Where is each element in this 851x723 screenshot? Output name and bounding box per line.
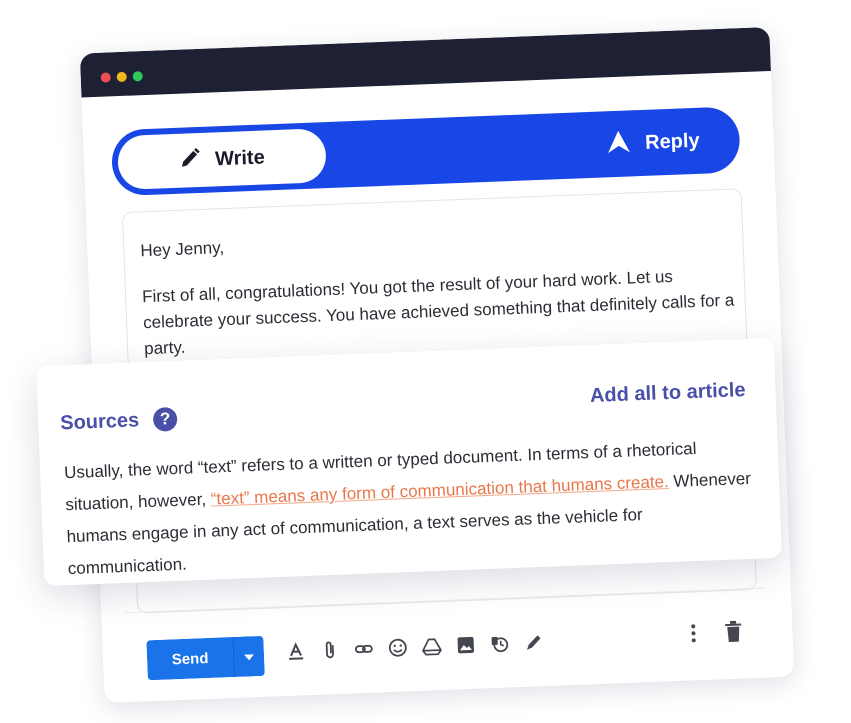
caret-down-icon [243, 647, 255, 665]
drive-icon[interactable] [420, 635, 443, 658]
image-icon[interactable] [454, 634, 477, 657]
toolbar-right-icons [682, 619, 745, 645]
add-all-to-article-button[interactable]: Add all to article [590, 379, 746, 408]
confidential-icon[interactable] [488, 632, 511, 655]
reply-mode-label: Reply [644, 129, 700, 154]
help-icon[interactable]: ? [152, 406, 178, 432]
send-button[interactable]: Send [146, 637, 234, 681]
write-mode-button[interactable]: Write [116, 128, 327, 191]
email-greeting: Hey Jenny, [140, 238, 225, 261]
reply-logo-icon [605, 128, 632, 160]
trash-icon[interactable] [722, 619, 745, 644]
mode-toggle: Write Reply [110, 106, 741, 197]
link-icon[interactable] [352, 638, 375, 661]
more-options-icon[interactable] [682, 621, 705, 646]
reply-mode-button[interactable]: Reply [604, 108, 701, 178]
maximize-window-button[interactable] [132, 71, 143, 82]
pencil-icon [179, 146, 202, 174]
signature-icon[interactable] [522, 631, 545, 654]
source-link[interactable]: “text” means any form of communication t… [210, 472, 669, 509]
minimize-window-button[interactable] [116, 71, 127, 83]
window-titlebar [79, 26, 771, 98]
stage: Write Reply Hey Jenny, First of all, con… [0, 0, 851, 723]
attach-icon[interactable] [318, 639, 341, 662]
format-text-icon[interactable] [284, 640, 307, 663]
source-snippet: Usually, the word “text” refers to a wri… [64, 431, 758, 585]
sources-panel: Sources ? Add all to article Usually, th… [36, 337, 782, 587]
emoji-icon[interactable] [386, 636, 409, 659]
send-button-group: Send [146, 635, 265, 681]
write-mode-label: Write [214, 145, 266, 170]
sources-title: Sources [59, 408, 140, 434]
sources-header: Sources ? [59, 406, 178, 435]
formatting-icons [284, 631, 545, 663]
send-options-button[interactable] [232, 635, 265, 678]
close-window-button[interactable] [100, 72, 111, 83]
